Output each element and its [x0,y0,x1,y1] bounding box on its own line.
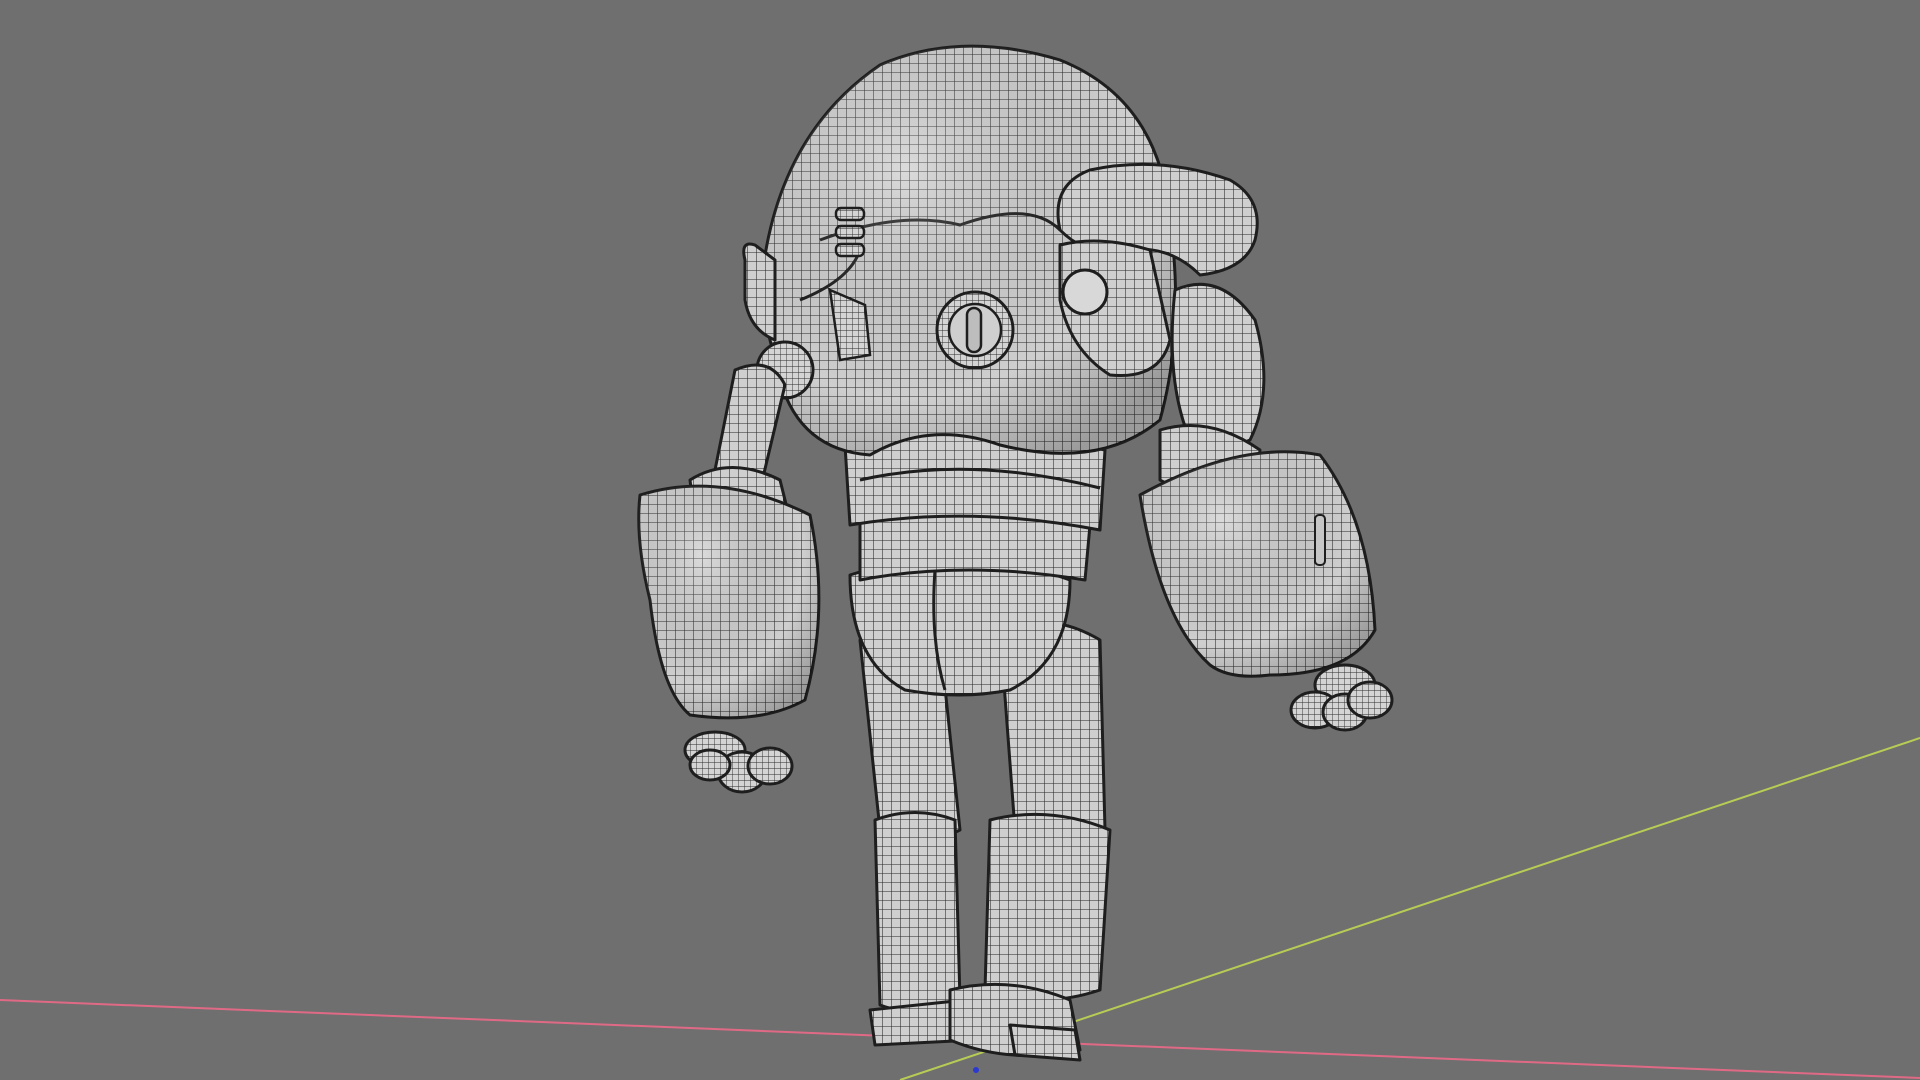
robot-left-hand[interactable] [683,730,794,794]
robot-left-arm[interactable] [637,363,821,720]
robot-chest-dial[interactable] [935,290,1015,370]
3d-viewport[interactable] [0,0,1920,1080]
viewport-canvas[interactable] [0,0,1920,1080]
robot-model[interactable] [637,44,1394,1062]
robot-waist[interactable] [843,432,1107,582]
world-origin-dot [973,1067,979,1073]
robot-right-hand[interactable] [1289,663,1394,732]
robot-right-arm[interactable] [1138,282,1377,678]
